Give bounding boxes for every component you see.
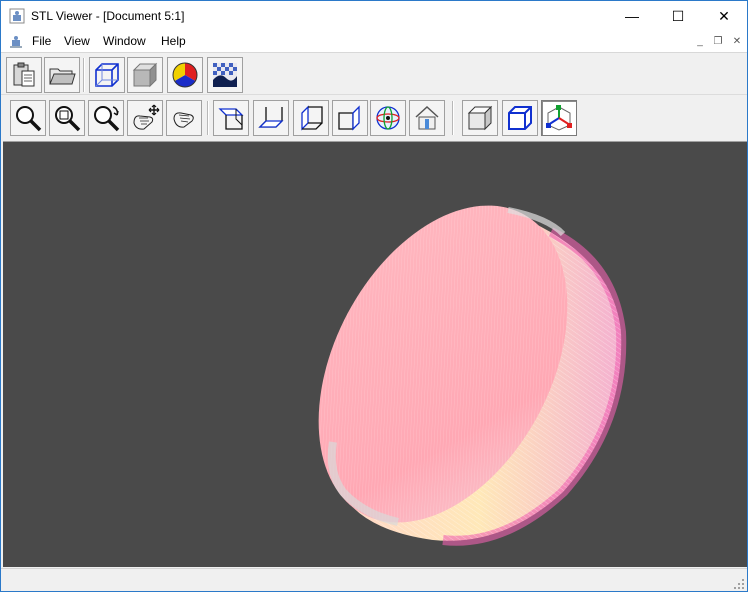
view-front-icon <box>218 108 244 130</box>
toolbar-separator <box>83 58 85 92</box>
paste-icon <box>13 62 35 87</box>
zoom-icon <box>16 106 42 132</box>
view-iso-icon <box>376 106 400 130</box>
wireframe-cube-icon <box>95 63 119 87</box>
pan-hand-icon <box>133 104 160 130</box>
title-bar[interactable]: STL Viewer - [Document 5:1] — ☐ ✕ <box>1 1 747 31</box>
zoom-window-button[interactable] <box>49 100 85 136</box>
texture-icon <box>213 63 237 87</box>
view-right-icon <box>338 105 360 131</box>
view-top-button[interactable] <box>253 100 289 136</box>
solid-cube-icon <box>132 62 158 88</box>
color-wheel-icon <box>172 62 198 88</box>
rotate-button[interactable] <box>166 100 202 136</box>
menu-help[interactable]: Help <box>161 34 186 48</box>
open-folder-icon <box>49 68 76 85</box>
paste-button[interactable] <box>6 57 42 93</box>
toolbar-separator <box>452 101 454 135</box>
mdi-restore-button[interactable]: ❐ <box>711 35 725 49</box>
status-bar <box>1 568 747 591</box>
rotate-hand-icon <box>173 112 194 128</box>
solid-button[interactable] <box>127 57 163 93</box>
document-icon[interactable] <box>8 34 24 50</box>
window-title: STL Viewer - [Document 5:1] <box>31 9 185 23</box>
maximize-button[interactable]: ☐ <box>655 1 701 31</box>
app-window: STL Viewer - [Document 5:1] — ☐ ✕ File V… <box>0 0 748 592</box>
texture-button[interactable] <box>207 57 243 93</box>
menu-file[interactable]: File <box>32 34 51 48</box>
menu-window[interactable]: Window <box>103 34 146 48</box>
app-icon <box>9 8 25 24</box>
home-view-icon <box>415 105 439 130</box>
zoom-rotate-icon <box>94 106 120 132</box>
shaded-mode-button[interactable] <box>462 100 498 136</box>
wireframe-button[interactable] <box>89 57 125 93</box>
3d-viewport[interactable] <box>3 141 747 567</box>
view-side-button[interactable] <box>293 100 329 136</box>
menu-view[interactable]: View <box>64 34 90 48</box>
view-toolbar <box>1 97 747 139</box>
color-button[interactable] <box>167 57 203 93</box>
axes-mode-icon <box>546 105 572 131</box>
view-side-icon <box>301 105 323 131</box>
zoom-rotate-button[interactable] <box>88 100 124 136</box>
stl-model-render <box>318 205 627 546</box>
resize-grip-icon[interactable] <box>733 578 745 590</box>
zoom-window-icon <box>55 106 81 132</box>
wire-mode-button[interactable] <box>502 100 538 136</box>
zoom-button[interactable] <box>10 100 46 136</box>
home-view-button[interactable] <box>409 100 445 136</box>
mdi-minimize-button[interactable]: _ <box>693 35 707 49</box>
mdi-close-button[interactable]: ✕ <box>730 35 744 49</box>
view-iso-button[interactable] <box>370 100 406 136</box>
menu-bar: File View Window Help _ ❐ ✕ <box>1 31 747 53</box>
minimize-button[interactable]: — <box>609 1 655 31</box>
view-top-icon <box>258 107 284 128</box>
shaded-mode-icon <box>467 105 493 131</box>
close-button[interactable]: ✕ <box>701 1 747 31</box>
view-right-button[interactable] <box>332 100 368 136</box>
wire-mode-icon <box>508 106 532 130</box>
toolbar-separator <box>207 101 209 135</box>
view-front-button[interactable] <box>213 100 249 136</box>
main-toolbar <box>1 54 747 95</box>
open-button[interactable] <box>44 57 80 93</box>
axes-mode-button[interactable] <box>541 100 577 136</box>
pan-button[interactable] <box>127 100 163 136</box>
